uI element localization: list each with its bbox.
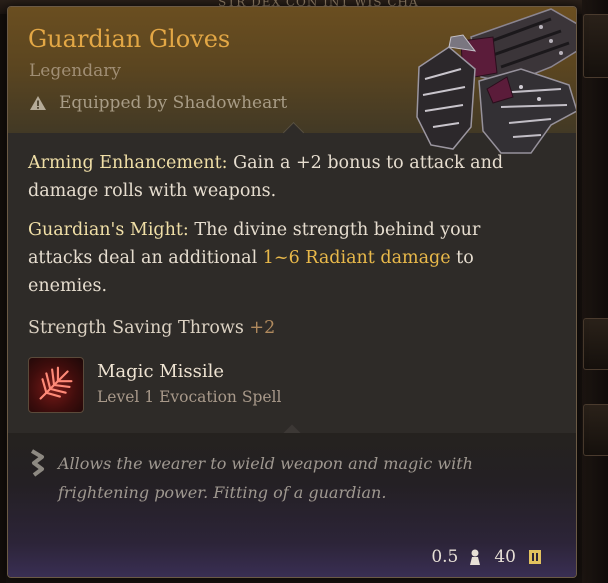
item-stats-footer: 0.5 40 — [431, 547, 542, 567]
spell-icon-frame — [28, 357, 84, 413]
inventory-slot[interactable] — [583, 404, 608, 456]
saving-throw-value: +2 — [249, 318, 276, 338]
property-label: Guardian's Might: — [28, 220, 189, 240]
gold-icon — [529, 550, 541, 564]
item-weight: 0.5 — [431, 547, 459, 567]
quill-icon — [30, 449, 44, 477]
spell-name: Magic Missile — [97, 361, 225, 382]
equipped-by-text: Equipped by Shadowheart — [59, 93, 288, 113]
item-rarity: Legendary — [29, 61, 121, 81]
radiant-damage-highlight[interactable]: 1~6 Radiant damage — [263, 248, 451, 268]
spell-subtitle: Level 1 Evocation Spell — [97, 388, 282, 406]
magic-missile-icon — [39, 366, 73, 400]
guardian-gloves-icon — [416, 8, 576, 154]
saving-throw-row: Strength Saving Throws +2 — [28, 314, 548, 342]
saving-throw-label: Strength Saving Throws — [28, 318, 244, 338]
property-label: Arming Enhancement: — [28, 153, 228, 173]
property-guardians-might: Guardian's Might: The divine strength be… — [28, 216, 548, 300]
item-title: Guardian Gloves — [28, 25, 231, 53]
background-right-panel — [582, 0, 608, 583]
weight-icon — [470, 549, 481, 565]
inventory-slot[interactable] — [583, 318, 608, 370]
item-value: 40 — [494, 547, 516, 567]
granted-spell[interactable]: Magic Missile Level 1 Evocation Spell — [28, 357, 428, 413]
tooltip-body: Arming Enhancement: Gain a +2 bonus to a… — [28, 149, 548, 342]
flavor-text: Allows the wearer to wield weapon and ma… — [58, 454, 473, 502]
flavor-section: Allows the wearer to wield weapon and ma… — [8, 433, 576, 577]
item-tooltip: Guardian Gloves Legendary Equipped by Sh… — [7, 6, 577, 578]
equipped-by-row: Equipped by Shadowheart — [29, 93, 287, 113]
warning-icon — [30, 96, 46, 110]
background-left-edge — [0, 0, 6, 583]
property-arming-enhancement: Arming Enhancement: Gain a +2 bonus to a… — [28, 149, 548, 205]
inventory-slot[interactable] — [583, 14, 608, 78]
